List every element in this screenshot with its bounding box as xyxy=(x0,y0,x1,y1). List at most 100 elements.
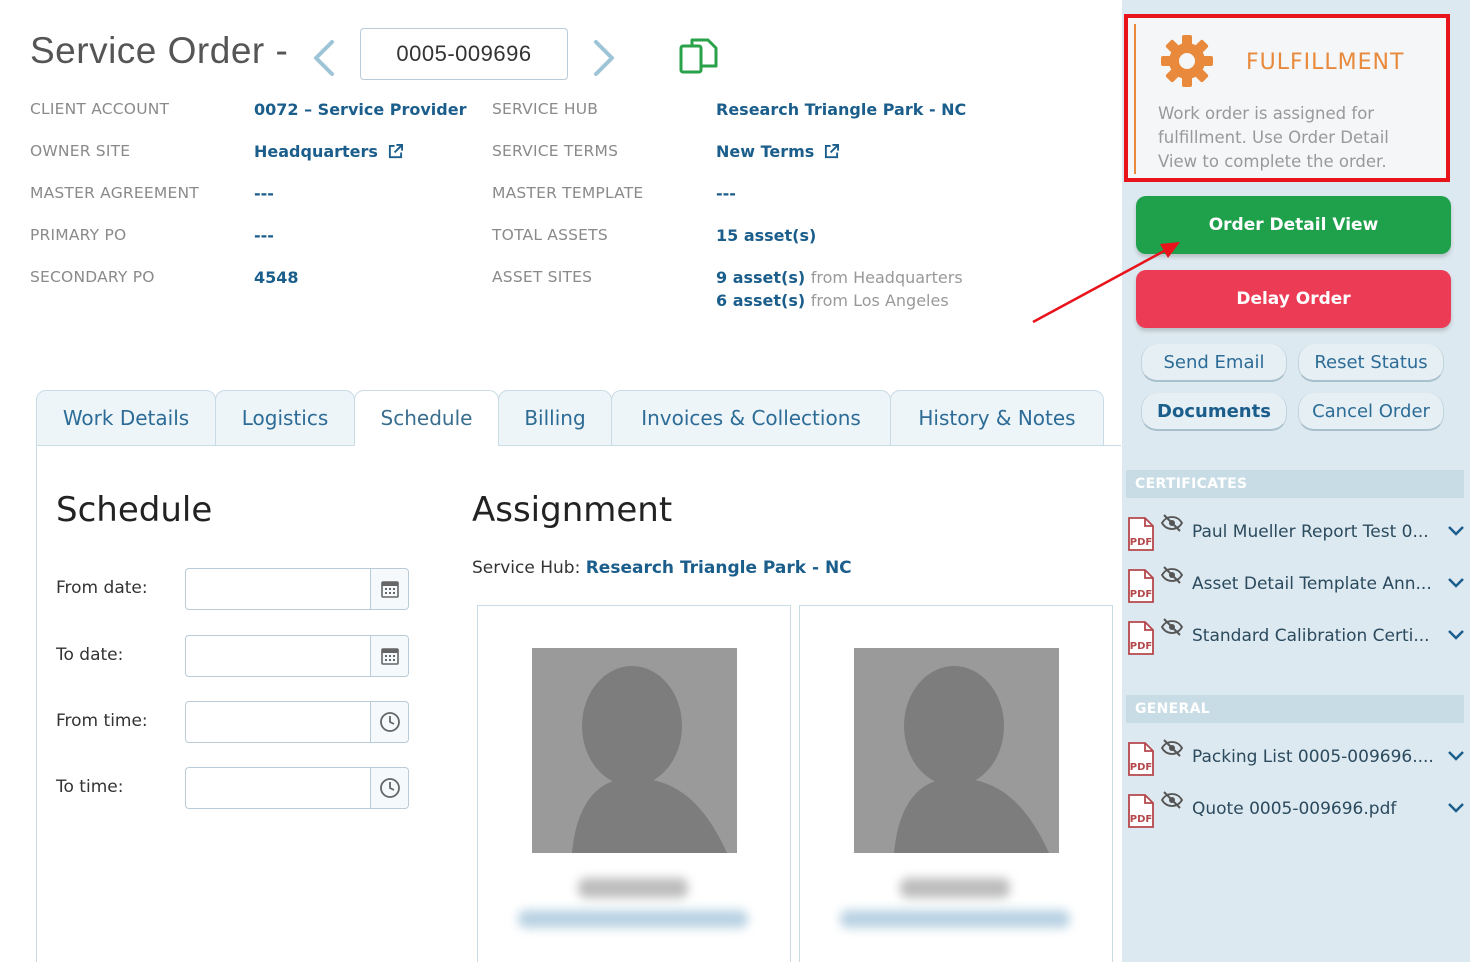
cancel-order-button[interactable]: Cancel Order xyxy=(1298,393,1444,431)
copy-icon[interactable] xyxy=(678,36,720,78)
service-terms-link[interactable]: New Terms xyxy=(716,142,814,161)
technician-email[interactable] xyxy=(840,910,1070,928)
reset-status-button[interactable]: Reset Status xyxy=(1298,344,1444,382)
hub-label: Service Hub: xyxy=(472,558,581,578)
gear-icon xyxy=(1158,32,1216,90)
pdf-icon: PDF xyxy=(1128,621,1154,655)
left-edge xyxy=(0,0,6,962)
owner-site-value: Headquarters xyxy=(254,142,403,161)
certificate-name[interactable]: Asset Detail Template Ann... xyxy=(1192,574,1432,594)
to-time-input[interactable] xyxy=(185,767,409,809)
tab-history-notes[interactable]: History & Notes xyxy=(890,390,1104,446)
next-order-chevron-icon[interactable] xyxy=(590,36,618,87)
primary-po-label: PRIMARY PO xyxy=(30,226,127,244)
general-section-header: GENERAL xyxy=(1126,695,1464,723)
master-agreement-label: MASTER AGREEMENT xyxy=(30,184,199,202)
to-date-input[interactable] xyxy=(185,635,409,677)
service-terms-value: New Terms xyxy=(716,142,840,161)
from-date-input[interactable] xyxy=(185,568,409,610)
tab-invoices-collections[interactable]: Invoices & Collections xyxy=(611,390,891,446)
asset-sites-row-2: 6 asset(s) from Los Angeles xyxy=(716,291,949,310)
assignment-heading: Assignment xyxy=(472,490,673,530)
technician-name xyxy=(578,878,688,898)
chevron-down-icon[interactable] xyxy=(1446,576,1466,590)
hidden-eye-icon[interactable] xyxy=(1160,739,1184,757)
page-title: Service Order - xyxy=(30,30,289,71)
to-date-label: To date: xyxy=(56,645,124,665)
send-email-button[interactable]: Send Email xyxy=(1141,344,1287,382)
clock-icon[interactable] xyxy=(370,768,408,808)
avatar xyxy=(854,648,1059,853)
service-terms-label: SERVICE TERMS xyxy=(492,142,619,160)
tab-billing[interactable]: Billing xyxy=(498,390,612,446)
document-item[interactable]: PDF Quote 0005-009696.pdf xyxy=(1126,789,1466,833)
svg-text:PDF: PDF xyxy=(1130,814,1152,825)
document-name[interactable]: Quote 0005-009696.pdf xyxy=(1192,799,1396,819)
hidden-eye-icon[interactable] xyxy=(1160,514,1184,532)
to-time-label: To time: xyxy=(56,777,124,797)
pdf-icon: PDF xyxy=(1128,742,1154,776)
technician-card[interactable] xyxy=(799,605,1113,962)
from-date-label: From date: xyxy=(56,578,148,598)
svg-text:PDF: PDF xyxy=(1130,589,1152,600)
document-name[interactable]: Packing List 0005-009696.... xyxy=(1192,747,1434,767)
certificate-item[interactable]: PDF Paul Mueller Report Test 0... xyxy=(1126,512,1466,556)
service-hub-link[interactable]: Research Triangle Park - NC xyxy=(716,100,966,119)
certificates-section-header: CERTIFICATES xyxy=(1126,470,1464,498)
calendar-icon[interactable] xyxy=(370,569,408,609)
schedule-heading: Schedule xyxy=(56,490,213,530)
certificate-name[interactable]: Standard Calibration Certi... xyxy=(1192,626,1430,646)
hidden-eye-icon[interactable] xyxy=(1160,791,1184,809)
technician-name xyxy=(900,878,1010,898)
tab-work-details[interactable]: Work Details xyxy=(36,390,216,446)
tab-logistics[interactable]: Logistics xyxy=(215,390,355,446)
previous-order-chevron-icon[interactable] xyxy=(310,36,338,87)
calendar-icon[interactable] xyxy=(370,636,408,676)
from-time-label: From time: xyxy=(56,711,148,731)
technician-card[interactable] xyxy=(477,605,791,962)
certificate-item[interactable]: PDF Asset Detail Template Ann... xyxy=(1126,564,1466,608)
pdf-icon: PDF xyxy=(1128,517,1154,551)
client-account-label: CLIENT ACCOUNT xyxy=(30,100,170,118)
asset-sites-from: from Headquarters xyxy=(810,268,963,287)
from-time-input[interactable] xyxy=(185,701,409,743)
svg-text:PDF: PDF xyxy=(1130,762,1152,773)
chevron-down-icon[interactable] xyxy=(1446,524,1466,538)
pdf-icon: PDF xyxy=(1128,569,1154,603)
asset-sites-from: from Los Angeles xyxy=(810,291,949,310)
assignment-service-hub: Service Hub: Research Triangle Park - NC xyxy=(472,558,852,578)
hub-link[interactable]: Research Triangle Park - NC xyxy=(586,558,852,578)
asset-sites-count-link[interactable]: 9 asset(s) xyxy=(716,268,805,287)
chevron-down-icon[interactable] xyxy=(1446,801,1466,815)
total-assets-link[interactable]: 15 asset(s) xyxy=(716,226,816,245)
clock-icon[interactable] xyxy=(370,702,408,742)
asset-sites-label: ASSET SITES xyxy=(492,268,593,286)
total-assets-label: TOTAL ASSETS xyxy=(492,226,608,244)
service-hub-label: SERVICE HUB xyxy=(492,100,599,118)
owner-site-link[interactable]: Headquarters xyxy=(254,142,378,161)
fulfillment-inner: FULFILLMENT Work order is assigned for f… xyxy=(1134,24,1440,174)
client-account-link[interactable]: 0072 – Service Provider xyxy=(254,100,466,119)
technician-email[interactable] xyxy=(518,910,748,928)
order-number-field[interactable]: 0005-009696 xyxy=(360,28,568,80)
fulfillment-status-box: FULFILLMENT Work order is assigned for f… xyxy=(1124,14,1450,182)
tab-schedule[interactable]: Schedule xyxy=(354,390,499,446)
hidden-eye-icon[interactable] xyxy=(1160,618,1184,636)
order-detail-view-button[interactable]: Order Detail View xyxy=(1136,196,1451,254)
delay-order-button[interactable]: Delay Order xyxy=(1136,270,1451,328)
chevron-down-icon[interactable] xyxy=(1446,749,1466,763)
master-template-label: MASTER TEMPLATE xyxy=(492,184,644,202)
svg-text:PDF: PDF xyxy=(1130,537,1152,548)
hidden-eye-icon[interactable] xyxy=(1160,566,1184,584)
certificate-name[interactable]: Paul Mueller Report Test 0... xyxy=(1192,522,1429,542)
documents-button[interactable]: Documents xyxy=(1141,393,1287,431)
external-link-icon[interactable] xyxy=(824,144,840,159)
master-template-value: --- xyxy=(716,184,736,203)
asset-sites-count-link[interactable]: 6 asset(s) xyxy=(716,291,805,310)
fulfillment-description: Work order is assigned for fulfillment. … xyxy=(1158,104,1389,171)
document-item[interactable]: PDF Packing List 0005-009696.... xyxy=(1126,737,1466,781)
certificate-item[interactable]: PDF Standard Calibration Certi... xyxy=(1126,616,1466,660)
chevron-down-icon[interactable] xyxy=(1446,628,1466,642)
external-link-icon[interactable] xyxy=(388,144,403,159)
primary-po-value: --- xyxy=(254,226,274,245)
